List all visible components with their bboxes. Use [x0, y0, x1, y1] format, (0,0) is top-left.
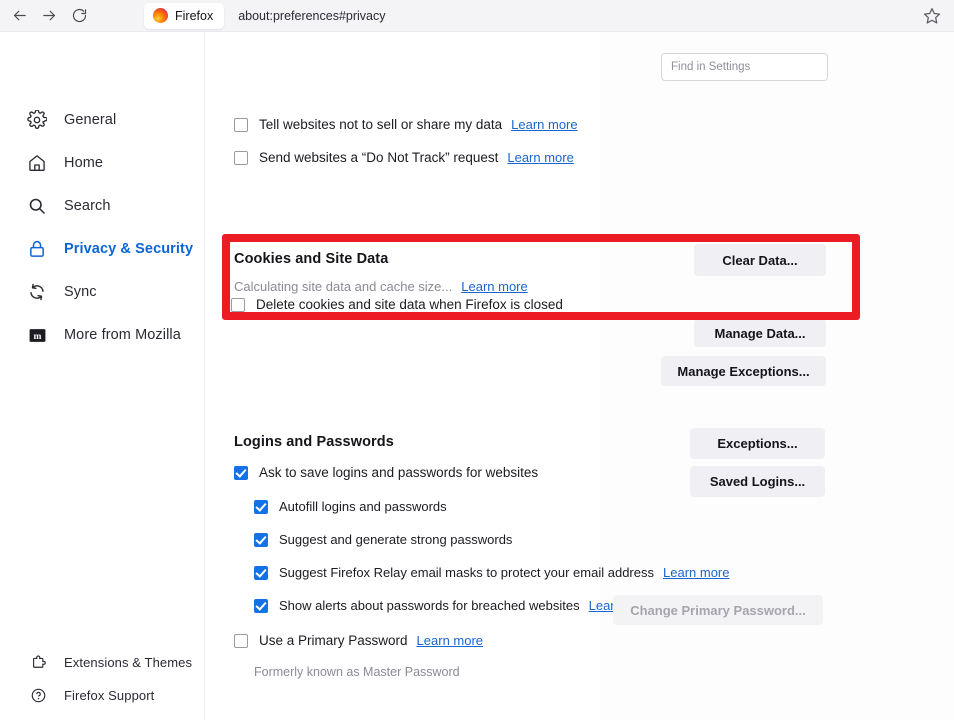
sync-icon: [26, 281, 48, 303]
browser-toolbar: Firefox about:preferences#privacy: [0, 0, 954, 32]
search-icon: [26, 195, 48, 217]
row-do-not-track[interactable]: Send websites a “Do Not Track” request L…: [234, 150, 574, 165]
address-bar-url[interactable]: about:preferences#privacy: [238, 9, 385, 23]
learn-more-link[interactable]: Learn more: [511, 117, 577, 132]
learn-more-link[interactable]: Learn more: [507, 150, 573, 165]
row-do-not-sell[interactable]: Tell websites not to sell or share my da…: [234, 117, 578, 132]
row-label: Send websites a “Do Not Track” request: [259, 150, 499, 165]
preferences-page: General Home Search Privacy & Security S: [0, 32, 954, 720]
checkbox-breach-alerts[interactable]: [254, 598, 268, 613]
question-circle-icon: [28, 685, 48, 705]
checkbox-firefox-relay[interactable]: [254, 565, 268, 580]
sidebar-item-general[interactable]: General: [26, 106, 116, 134]
puzzle-icon: [28, 652, 48, 672]
sidebar-item-sync[interactable]: Sync: [26, 278, 97, 306]
firefox-logo-icon: [153, 8, 168, 23]
tab-title: Firefox: [175, 8, 214, 23]
checkbox-do-not-track[interactable]: [234, 150, 248, 165]
section-title-cookies: Cookies and Site Data: [234, 251, 389, 267]
sidebar-item-home[interactable]: Home: [26, 149, 103, 177]
sidebar-item-firefox-support[interactable]: Firefox Support: [28, 683, 154, 707]
row-label: Autofill logins and passwords: [279, 499, 447, 514]
saved-logins-button[interactable]: Saved Logins...: [690, 466, 825, 497]
sidebar-item-label: General: [64, 112, 117, 128]
row-label: Show alerts about passwords for breached…: [279, 598, 580, 613]
forward-arrow-icon[interactable]: [34, 1, 64, 31]
checkbox-ask-to-save-logins[interactable]: [234, 465, 248, 480]
learn-more-link[interactable]: Learn more: [663, 565, 729, 580]
row-label: Suggest Firefox Relay email masks to pro…: [279, 565, 654, 580]
checkbox-suggest-strong-passwords[interactable]: [254, 532, 268, 547]
gear-icon: [26, 109, 48, 131]
cookies-status-row: Calculating site data and cache size... …: [234, 279, 528, 294]
reload-icon[interactable]: [64, 1, 94, 31]
primary-password-note: Formerly known as Master Password: [254, 665, 460, 679]
clear-data-button[interactable]: Clear Data...: [694, 244, 826, 276]
sidebar-item-search[interactable]: Search: [26, 192, 111, 220]
row-ask-to-save-logins[interactable]: Ask to save logins and passwords for web…: [234, 465, 538, 480]
sidebar-item-label: Privacy & Security: [64, 241, 194, 257]
login-exceptions-button[interactable]: Exceptions...: [690, 428, 825, 459]
row-breach-alerts[interactable]: Show alerts about passwords for breached…: [254, 598, 655, 613]
browser-tab-firefox[interactable]: Firefox: [144, 2, 225, 29]
checkbox-delete-cookies-on-close[interactable]: [231, 297, 245, 312]
sidebar-item-label: Search: [64, 198, 111, 214]
row-firefox-relay[interactable]: Suggest Firefox Relay email masks to pro…: [254, 565, 729, 580]
sidebar-item-extensions-themes[interactable]: Extensions & Themes: [28, 650, 192, 674]
sidebar-item-label: Home: [64, 155, 104, 171]
sidebar-item-label: Firefox Support: [64, 687, 155, 703]
sidebar-item-label: Sync: [64, 284, 97, 300]
search-placeholder: Find in Settings: [671, 61, 751, 73]
home-icon: [26, 152, 48, 174]
preferences-content: Find in Settings Tell websites not to se…: [205, 32, 954, 720]
cookies-status-text: Calculating site data and cache size...: [234, 279, 453, 294]
star-icon[interactable]: [922, 6, 942, 26]
checkbox-do-not-sell[interactable]: [234, 117, 248, 132]
row-label: Suggest and generate strong passwords: [279, 532, 513, 547]
row-label: Delete cookies and site data when Firefo…: [256, 297, 563, 312]
row-label: Use a Primary Password: [259, 633, 408, 648]
svg-text:m: m: [33, 331, 41, 341]
row-delete-cookies-on-close[interactable]: Delete cookies and site data when Firefo…: [231, 297, 563, 312]
search-input[interactable]: Find in Settings: [661, 53, 828, 81]
row-suggest-strong-passwords[interactable]: Suggest and generate strong passwords: [254, 532, 512, 547]
checkbox-use-primary-password[interactable]: [234, 633, 248, 648]
tab-strip: Firefox about:preferences#privacy: [144, 2, 386, 29]
manage-exceptions-button[interactable]: Manage Exceptions...: [661, 356, 826, 386]
sidebar-item-label: More from Mozilla: [64, 327, 181, 343]
mozilla-icon: m: [26, 324, 48, 346]
row-label: Ask to save logins and passwords for web…: [259, 465, 539, 480]
change-primary-password-button: Change Primary Password...: [613, 595, 823, 625]
sidebar-item-more-from-mozilla[interactable]: m More from Mozilla: [26, 321, 181, 349]
row-label: Tell websites not to sell or share my da…: [259, 117, 503, 132]
learn-more-link[interactable]: Learn more: [461, 279, 527, 294]
row-use-primary-password[interactable]: Use a Primary Password Learn more: [234, 633, 483, 648]
section-title-logins: Logins and Passwords: [234, 434, 394, 450]
learn-more-link[interactable]: Learn more: [417, 633, 483, 648]
sidebar-item-privacy-security[interactable]: Privacy & Security: [26, 235, 193, 263]
row-autofill-logins[interactable]: Autofill logins and passwords: [254, 499, 447, 514]
preferences-sidebar: General Home Search Privacy & Security S: [0, 32, 205, 720]
back-arrow-icon[interactable]: [4, 1, 34, 31]
sidebar-item-label: Extensions & Themes: [64, 654, 193, 670]
manage-data-button[interactable]: Manage Data...: [694, 319, 826, 347]
checkbox-autofill-logins[interactable]: [254, 499, 268, 514]
lock-icon: [26, 238, 48, 260]
